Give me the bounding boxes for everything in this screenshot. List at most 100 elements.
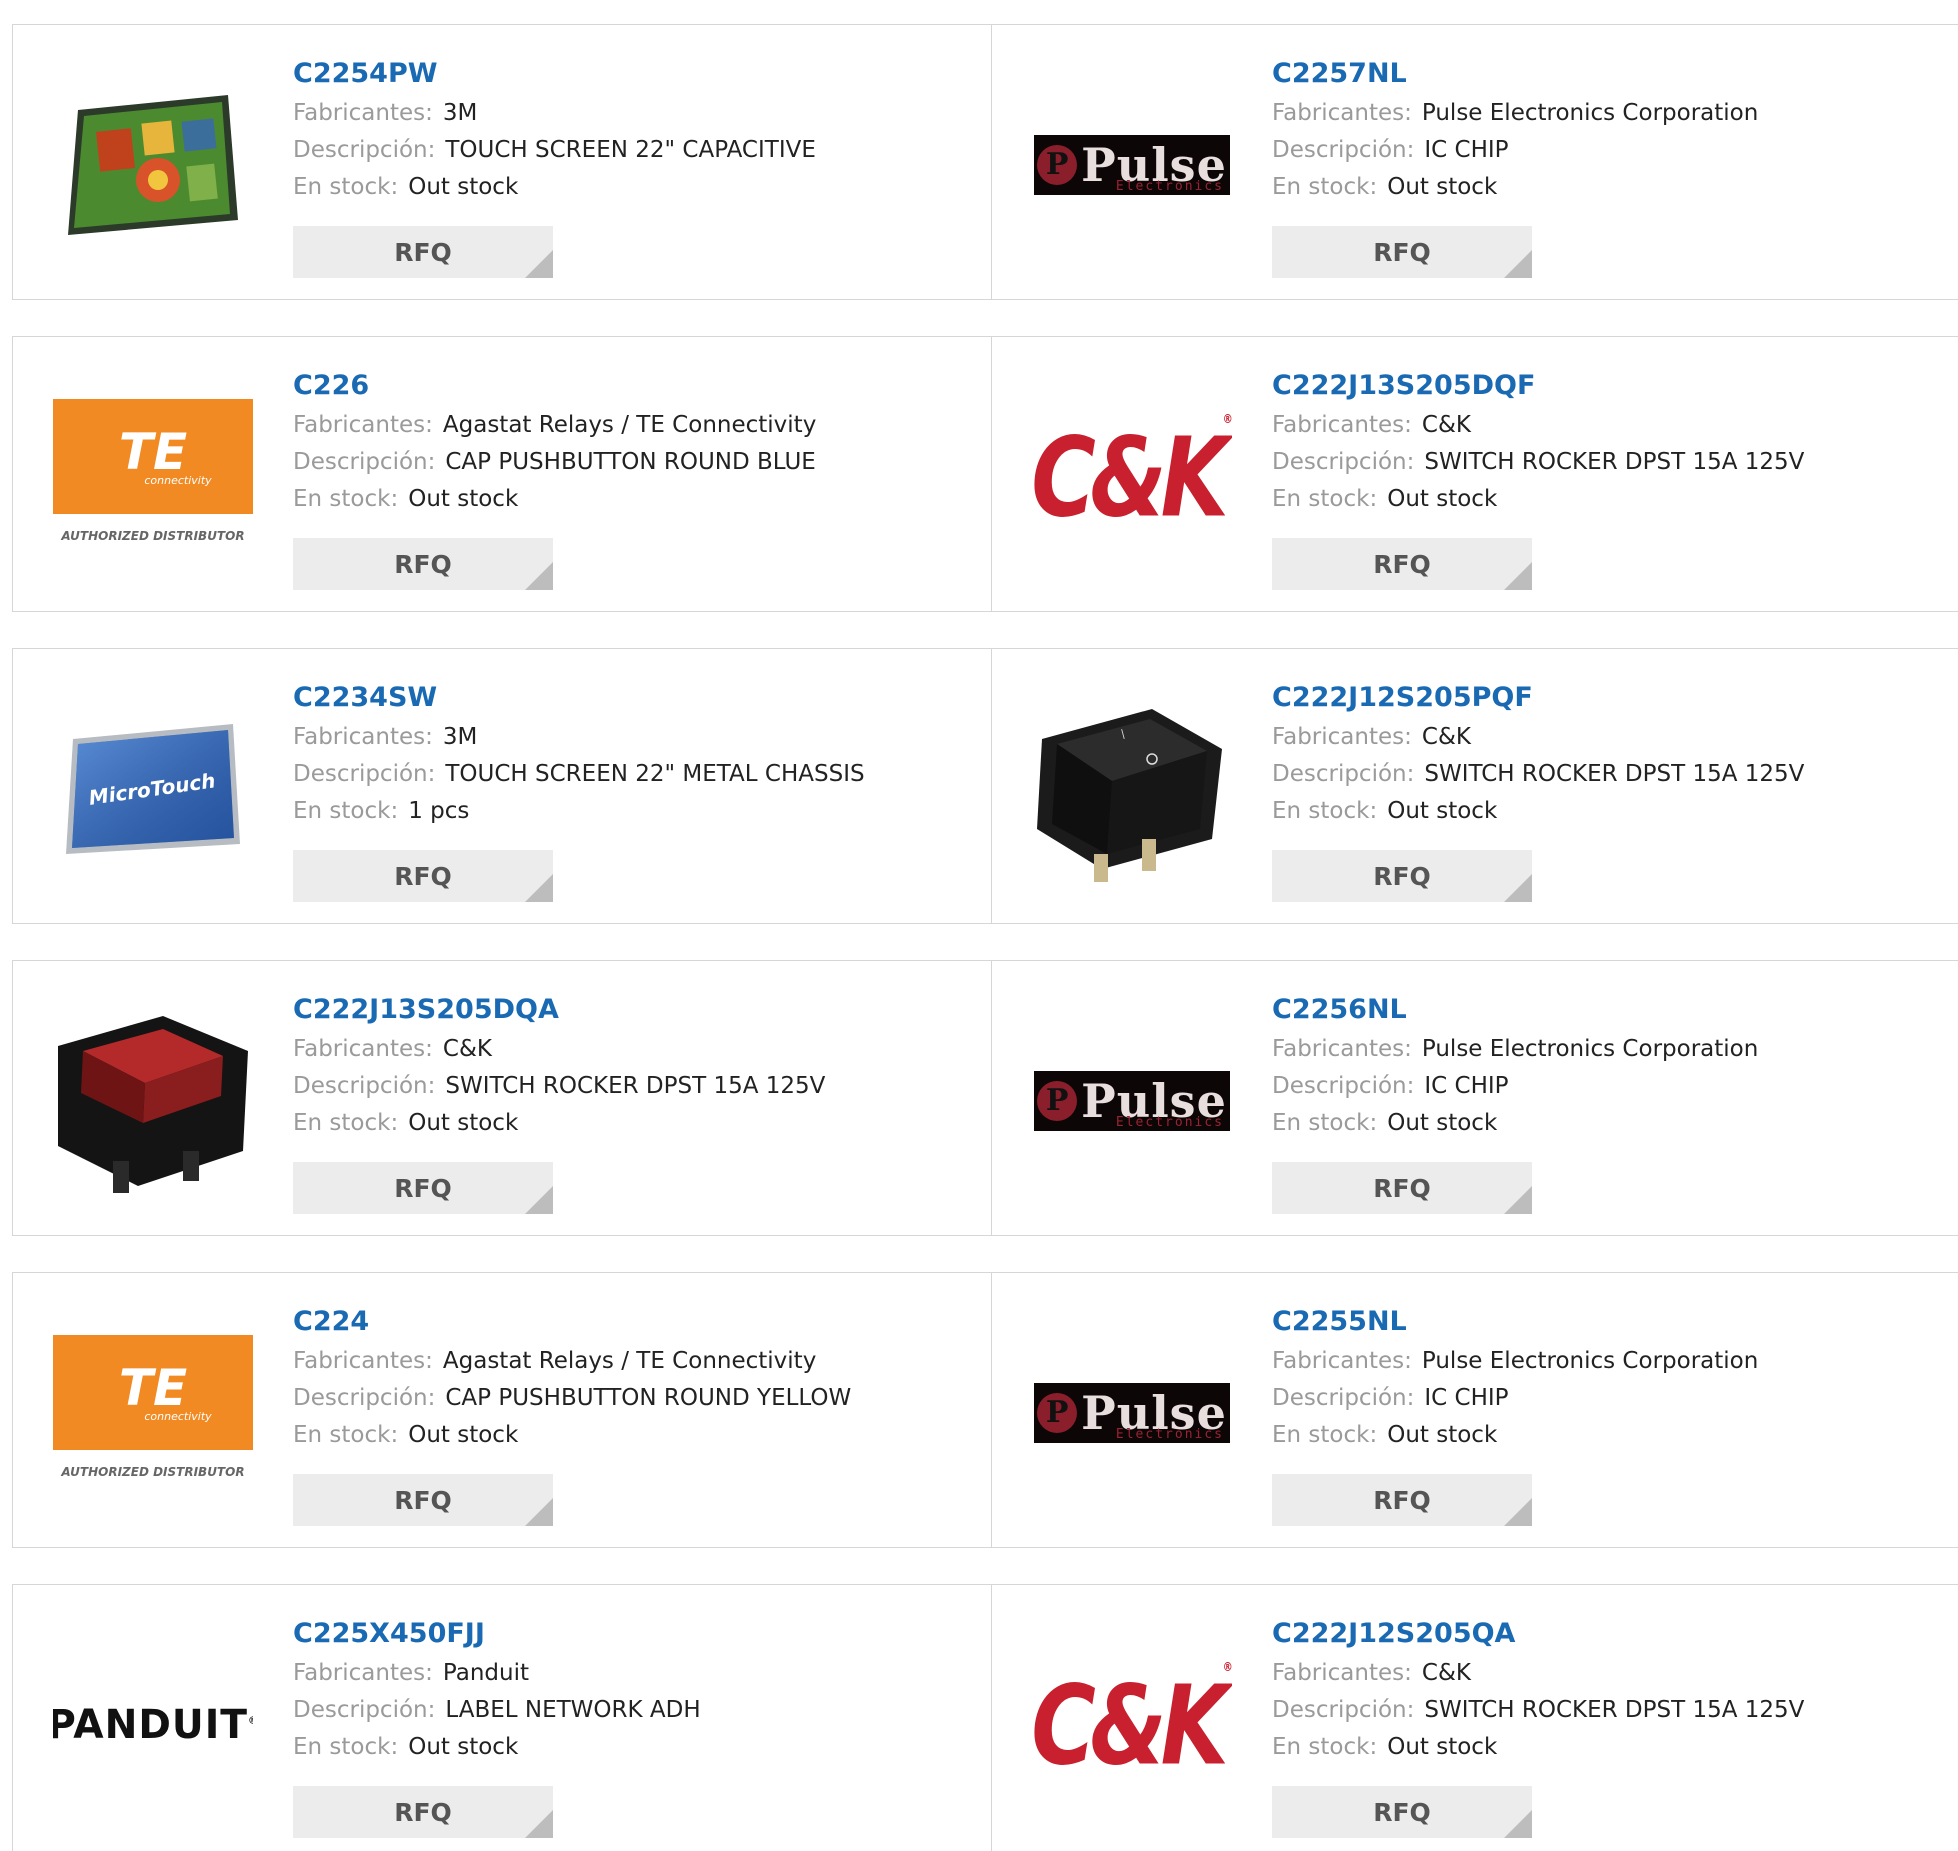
product-thumbnail[interactable]: P Pulse Electronics [1032, 65, 1232, 265]
description-line: Descripción: CAP PUSHBUTTON ROUND YELLOW [293, 1380, 971, 1417]
rfq-button[interactable]: RFQ [293, 226, 553, 278]
rfq-button[interactable]: RFQ [293, 1162, 553, 1214]
stock-label: En stock: [1272, 1734, 1378, 1760]
product-info: C225X450FJJ Fabricantes: Panduit Descripció… [293, 1613, 971, 1766]
rfq-button[interactable]: RFQ [1272, 850, 1532, 902]
description-line: Descripción: IC CHIP [1272, 1380, 1938, 1417]
part-number-link[interactable]: C226 [293, 365, 971, 407]
product-card: | C222J12S205PQF Fabricantes: C&K Descripci… [991, 649, 1958, 923]
product-thumbnail[interactable]: P Pulse Electronics [1032, 1313, 1232, 1513]
corner-triangle-icon [525, 250, 553, 278]
pulse-p-icon: P [1037, 145, 1078, 185]
manufacturer-value: 3M [442, 724, 478, 750]
pulse-p-icon: P [1037, 1081, 1078, 1121]
part-number-link[interactable]: C222J13S205DQA [293, 989, 971, 1031]
product-thumbnail[interactable]: C&K® [1032, 377, 1232, 577]
part-number-link[interactable]: C222J13S205DQF [1272, 365, 1938, 407]
corner-triangle-icon [525, 1498, 553, 1526]
corner-triangle-icon [525, 562, 553, 590]
description-value: TOUCH SCREEN 22" METAL CHASSIS [445, 761, 865, 787]
manufacturer-label: Fabricantes: [293, 1348, 433, 1374]
manufacturer-label: Fabricantes: [1272, 1660, 1412, 1686]
corner-triangle-icon [1504, 250, 1532, 278]
stock-value: Out stock [408, 1110, 519, 1136]
stock-value: 1 pcs [408, 798, 470, 824]
rfq-button[interactable]: RFQ [293, 1786, 553, 1838]
rfq-label: RFQ [1373, 237, 1431, 267]
description-line: Descripción: SWITCH ROCKER DPST 15A 125V [293, 1068, 971, 1105]
part-number-link[interactable]: C225X450FJJ [293, 1613, 971, 1655]
product-thumbnail[interactable]: PANDUIT® [53, 1625, 253, 1825]
rfq-button[interactable]: RFQ [293, 850, 553, 902]
pulse-logo-sub: Electronics [1115, 1115, 1224, 1130]
description-value: SWITCH ROCKER DPST 15A 125V [1424, 761, 1805, 787]
description-line: Descripción: LABEL NETWORK ADH [293, 1692, 971, 1729]
part-number-link[interactable]: C2254PW [293, 53, 971, 95]
part-number-link[interactable]: C2255NL [1272, 1301, 1938, 1343]
rfq-button[interactable]: RFQ [293, 1474, 553, 1526]
rfq-button[interactable]: RFQ [1272, 1786, 1532, 1838]
description-value: IC CHIP [1424, 137, 1509, 163]
product-thumbnail[interactable]: TE connectivity AUTHORIZED DISTRIBUTOR [53, 1313, 253, 1513]
part-number-link[interactable]: C2256NL [1272, 989, 1938, 1031]
manufacturer-value: 3M [442, 100, 478, 126]
rfq-label: RFQ [394, 1173, 452, 1203]
description-label: Descripción: [1272, 1697, 1415, 1723]
stock-line: En stock: Out stock [1272, 169, 1938, 206]
manufacturer-label: Fabricantes: [293, 412, 433, 438]
manufacturer-value: C&K [1421, 412, 1471, 438]
te-logo-sub: connectivity [144, 474, 212, 487]
product-thumbnail[interactable]: C&K® [1032, 1625, 1232, 1825]
stock-line: En stock: Out stock [1272, 1105, 1938, 1142]
manufacturer-value: C&K [1421, 724, 1471, 750]
pulse-electronics-logo: P Pulse Electronics [1034, 1071, 1230, 1131]
product-card: C2254PW Fabricantes: 3M Descripción: TOUCH S… [13, 25, 991, 299]
product-thumbnail[interactable]: P Pulse Electronics [1032, 1001, 1232, 1201]
rfq-button[interactable]: RFQ [1272, 1474, 1532, 1526]
manufacturer-label: Fabricantes: [1272, 1348, 1412, 1374]
description-value: CAP PUSHBUTTON ROUND BLUE [445, 449, 816, 475]
rfq-button[interactable]: RFQ [293, 538, 553, 590]
stock-value: Out stock [1387, 1734, 1498, 1760]
stock-label: En stock: [1272, 486, 1378, 512]
rfq-button[interactable]: RFQ [1272, 1162, 1532, 1214]
stock-label: En stock: [293, 1734, 399, 1760]
product-thumbnail[interactable]: | [1032, 689, 1232, 889]
product-card: MicroTouch C2234SW Fabricantes: 3M Descripc… [13, 649, 991, 923]
part-number-link[interactable]: C222J12S205QA [1272, 1613, 1938, 1655]
product-thumbnail[interactable]: TE connectivity AUTHORIZED DISTRIBUTOR [53, 377, 253, 577]
corner-triangle-icon [525, 1186, 553, 1214]
ck-logo: C&K® [1032, 1660, 1232, 1790]
manufacturer-value: Agastat Relays / TE Connectivity [442, 1348, 817, 1374]
manufacturer-label: Fabricantes: [293, 100, 433, 126]
part-number-link[interactable]: C224 [293, 1301, 971, 1343]
product-thumbnail[interactable] [53, 1001, 253, 1201]
ck-logo: C&K® [1032, 412, 1232, 542]
stock-line: En stock: Out stock [293, 1417, 971, 1454]
product-thumbnail[interactable]: MicroTouch [53, 689, 253, 889]
stock-line: En stock: 1 pcs [293, 793, 971, 830]
pulse-logo-sub: Electronics [1115, 179, 1224, 194]
manufacturer-label: Fabricantes: [293, 1660, 433, 1686]
product-row: TE connectivity AUTHORIZED DISTRIBUTOR C… [12, 336, 1958, 612]
description-value: LABEL NETWORK ADH [445, 1697, 701, 1723]
stock-value: Out stock [1387, 798, 1498, 824]
stock-label: En stock: [1272, 1110, 1378, 1136]
product-info: C226 Fabricantes: Agastat Relays / TE Conn… [293, 365, 971, 518]
pulse-p-icon: P [1037, 1393, 1078, 1433]
part-number-link[interactable]: C2234SW [293, 677, 971, 719]
rfq-button[interactable]: RFQ [1272, 226, 1532, 278]
touchscreen-product-image: MicroTouch [66, 724, 240, 854]
product-info: C222J13S205DQA Fabricantes: C&K Descripción… [293, 989, 971, 1142]
part-number-link[interactable]: C222J12S205PQF [1272, 677, 1938, 719]
manufacturer-label: Fabricantes: [293, 1036, 433, 1062]
part-number-link[interactable]: C2257NL [1272, 53, 1938, 95]
product-thumbnail[interactable] [53, 65, 253, 265]
manufacturer-value: Panduit [442, 1660, 529, 1686]
description-value: CAP PUSHBUTTON ROUND YELLOW [445, 1385, 852, 1411]
stock-line: En stock: Out stock [1272, 793, 1938, 830]
rfq-button[interactable]: RFQ [1272, 538, 1532, 590]
corner-triangle-icon [1504, 874, 1532, 902]
rfq-label: RFQ [394, 1797, 452, 1827]
description-value: TOUCH SCREEN 22" CAPACITIVE [445, 137, 816, 163]
